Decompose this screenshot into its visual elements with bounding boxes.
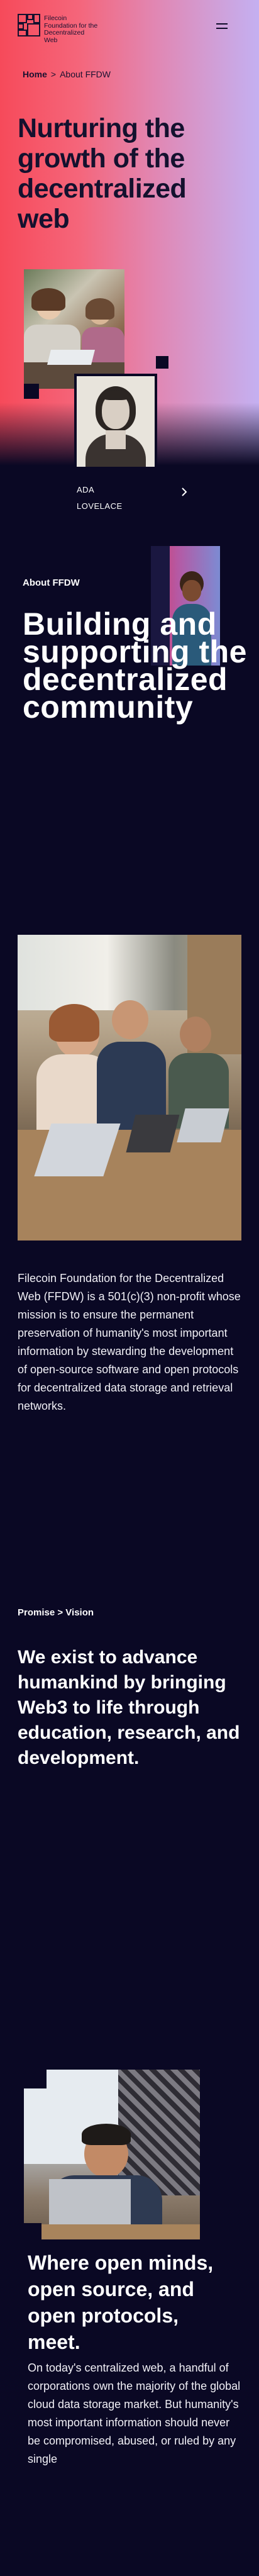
breadcrumb-current: About FFDW [60,69,111,79]
decor-square [24,384,39,399]
decor-square [24,2223,41,2239]
breadcrumb-home-link[interactable]: Home [23,69,47,79]
open-heading: Where open minds, open source, and open … [28,2251,214,2353]
open-section-photo [24,2070,200,2239]
decor-square [24,2070,47,2088]
chevron-right-icon[interactable] [180,487,189,497]
section-label-promise: Promise > Vision [18,1607,94,1618]
featured-name-line: LOVELACE [77,501,123,511]
logo-line: Filecoin [44,14,67,22]
centralized-web-paragraph: On today's centralized web, a handful of… [28,2361,241,2465]
section-label-about: About FFDW [23,577,80,588]
mission-statement: Filecoin Foundation for the Decentralize… [18,1272,241,1412]
ffdw-logo-icon[interactable] [18,14,40,36]
breadcrumb: Home > About FFDW [23,69,111,79]
breadcrumb-separator: > [50,69,57,79]
about-heading: Building and supporting the decentralize… [23,606,247,725]
logo-line: Decentralized [44,29,85,36]
decor-square [142,546,151,555]
logo-line: Web [44,36,58,44]
logo-wordmark[interactable]: Filecoin Foundation for the Decentralize… [44,14,126,44]
hero-photo [24,269,124,389]
ada-lovelace-portrait[interactable] [74,374,157,469]
featured-person-name[interactable]: ADA LOVELACE [77,482,123,515]
decor-square [156,356,168,369]
featured-name-line: ADA [77,485,95,494]
team-photo [18,935,241,1241]
promise-heading: We exist to advance humankind by bringin… [18,1647,240,1768]
hamburger-icon[interactable] [214,21,230,31]
page-title: Nurturing the growth of the decentralize… [18,113,187,234]
